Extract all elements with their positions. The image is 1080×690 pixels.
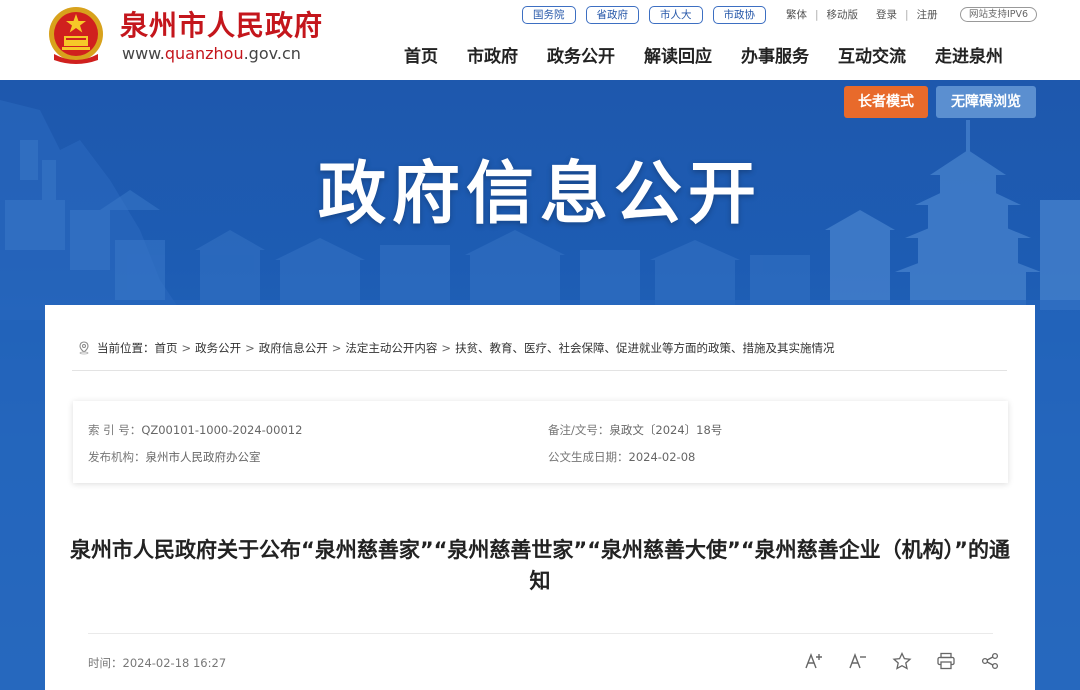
print-icon[interactable] (935, 651, 957, 671)
accessibility-button[interactable]: 无障碍浏览 (936, 86, 1036, 118)
divider (88, 633, 993, 634)
breadcrumb-policy-category[interactable]: 扶贫、教育、医疗、社会保障、促进就业等方面的政策、措施及其实施情况 (455, 340, 835, 356)
publish-time-value: 2024-02-18 16:27 (122, 656, 227, 670)
national-emblem-icon[interactable] (46, 4, 106, 66)
login-link[interactable]: 登录 (876, 7, 897, 22)
content-card: 当前位置： 首页 > 政务公开 > 政府信息公开 > 法定主动公开内容 > 扶贫… (45, 305, 1035, 690)
meta-publisher-value: 泉州市人民政府办公室 (145, 450, 261, 464)
mobile-version-link[interactable]: 移动版 (827, 7, 859, 22)
main-nav: 首页 市政府 政务公开 解读回应 办事服务 互动交流 走进泉州 (404, 42, 1003, 67)
site-url-highlight: quanzhou (164, 44, 244, 63)
site-url-prefix: www. (122, 44, 165, 63)
nav-city-government[interactable]: 市政府 (467, 42, 518, 67)
quick-link-cppcc[interactable]: 市政协 (712, 6, 766, 24)
meta-index-value: QZ00101-1000-2024-00012 (141, 423, 303, 437)
site-header: 泉州市人民政府 www.quanzhou.gov.cn 国务院 省政府 市人大 … (0, 0, 1080, 80)
star-icon[interactable] (891, 651, 913, 671)
nav-interaction[interactable]: 互动交流 (838, 42, 906, 67)
font-decrease-icon[interactable] (847, 651, 869, 671)
meta-created-value: 2024-02-08 (628, 450, 696, 464)
site-url-suffix: .gov.cn (243, 44, 301, 63)
elder-mode-button[interactable]: 长者模式 (844, 86, 928, 118)
nav-home[interactable]: 首页 (404, 42, 438, 67)
breadcrumb-separator: > (331, 341, 342, 355)
article-title: 泉州市人民政府关于公布“泉州慈善家”“泉州慈善世家”“泉州慈善大使”“泉州慈善企… (70, 538, 1010, 593)
banner-title: 政府信息公开 (317, 155, 762, 234)
nav-about-quanzhou[interactable]: 走进泉州 (935, 42, 1003, 67)
breadcrumb-home[interactable]: 首页 (155, 340, 178, 356)
meta-docno-value: 泉政文〔2024〕18号 (609, 423, 723, 437)
breadcrumb: 当前位置： 首页 > 政务公开 > 政府信息公开 > 法定主动公开内容 > 扶贫… (77, 340, 835, 356)
publish-time: 时间：2024-02-18 16:27 (88, 655, 226, 671)
meta-publisher: 发布机构：泉州市人民政府办公室 (88, 449, 261, 465)
breadcrumb-prefix: 当前位置： (97, 341, 155, 355)
separator: | (905, 8, 909, 21)
meta-publisher-label: 发布机构： (88, 450, 146, 464)
breadcrumb-separator: > (181, 341, 192, 355)
font-increase-icon[interactable] (803, 651, 825, 671)
meta-document-number: 备注/文号：泉政文〔2024〕18号 (548, 422, 722, 438)
nav-services[interactable]: 办事服务 (741, 42, 809, 67)
traditional-chinese-link[interactable]: 繁体 (786, 7, 807, 22)
meta-index-label: 索 引 号： (88, 423, 142, 437)
meta-created-date: 公文生成日期：2024-02-08 (548, 449, 695, 465)
breadcrumb-government-affairs[interactable]: 政务公开 (195, 340, 241, 356)
breadcrumb-separator: > (245, 341, 255, 355)
ipv6-badge: 网站支持IPV6 (960, 7, 1038, 22)
meta-docno-label: 备注/文号： (548, 423, 610, 437)
quick-link-city-congress[interactable]: 市人大 (649, 6, 703, 24)
utility-links: 繁体 | 移动版 登录 | 注册 (786, 7, 938, 22)
separator: | (815, 8, 819, 21)
publish-time-label: 时间： (88, 656, 123, 670)
location-pin-icon (79, 341, 89, 355)
register-link[interactable]: 注册 (917, 7, 938, 22)
breadcrumb-separator: > (441, 341, 452, 355)
nav-interpretation[interactable]: 解读回应 (644, 42, 712, 67)
site-name[interactable]: 泉州市人民政府 (120, 4, 323, 44)
breadcrumb-info-disclosure[interactable]: 政府信息公开 (259, 340, 328, 356)
meta-index-number: 索 引 号：QZ00101-1000-2024-00012 (88, 422, 302, 438)
quick-link-state-council[interactable]: 国务院 (522, 6, 576, 24)
breadcrumb-statutory-content[interactable]: 法定主动公开内容 (345, 340, 437, 356)
nav-government-affairs[interactable]: 政务公开 (547, 42, 615, 67)
quick-link-province[interactable]: 省政府 (585, 6, 639, 24)
quick-links: 国务院 省政府 市人大 市政协 (522, 6, 766, 24)
article-toolbar (803, 651, 1001, 671)
share-icon[interactable] (979, 651, 1001, 671)
site-url: www.quanzhou.gov.cn (122, 44, 301, 63)
meta-created-label: 公文生成日期： (548, 450, 629, 464)
divider (72, 370, 1007, 371)
document-metadata: 索 引 号：QZ00101-1000-2024-00012 备注/文号：泉政文〔… (73, 401, 1008, 483)
